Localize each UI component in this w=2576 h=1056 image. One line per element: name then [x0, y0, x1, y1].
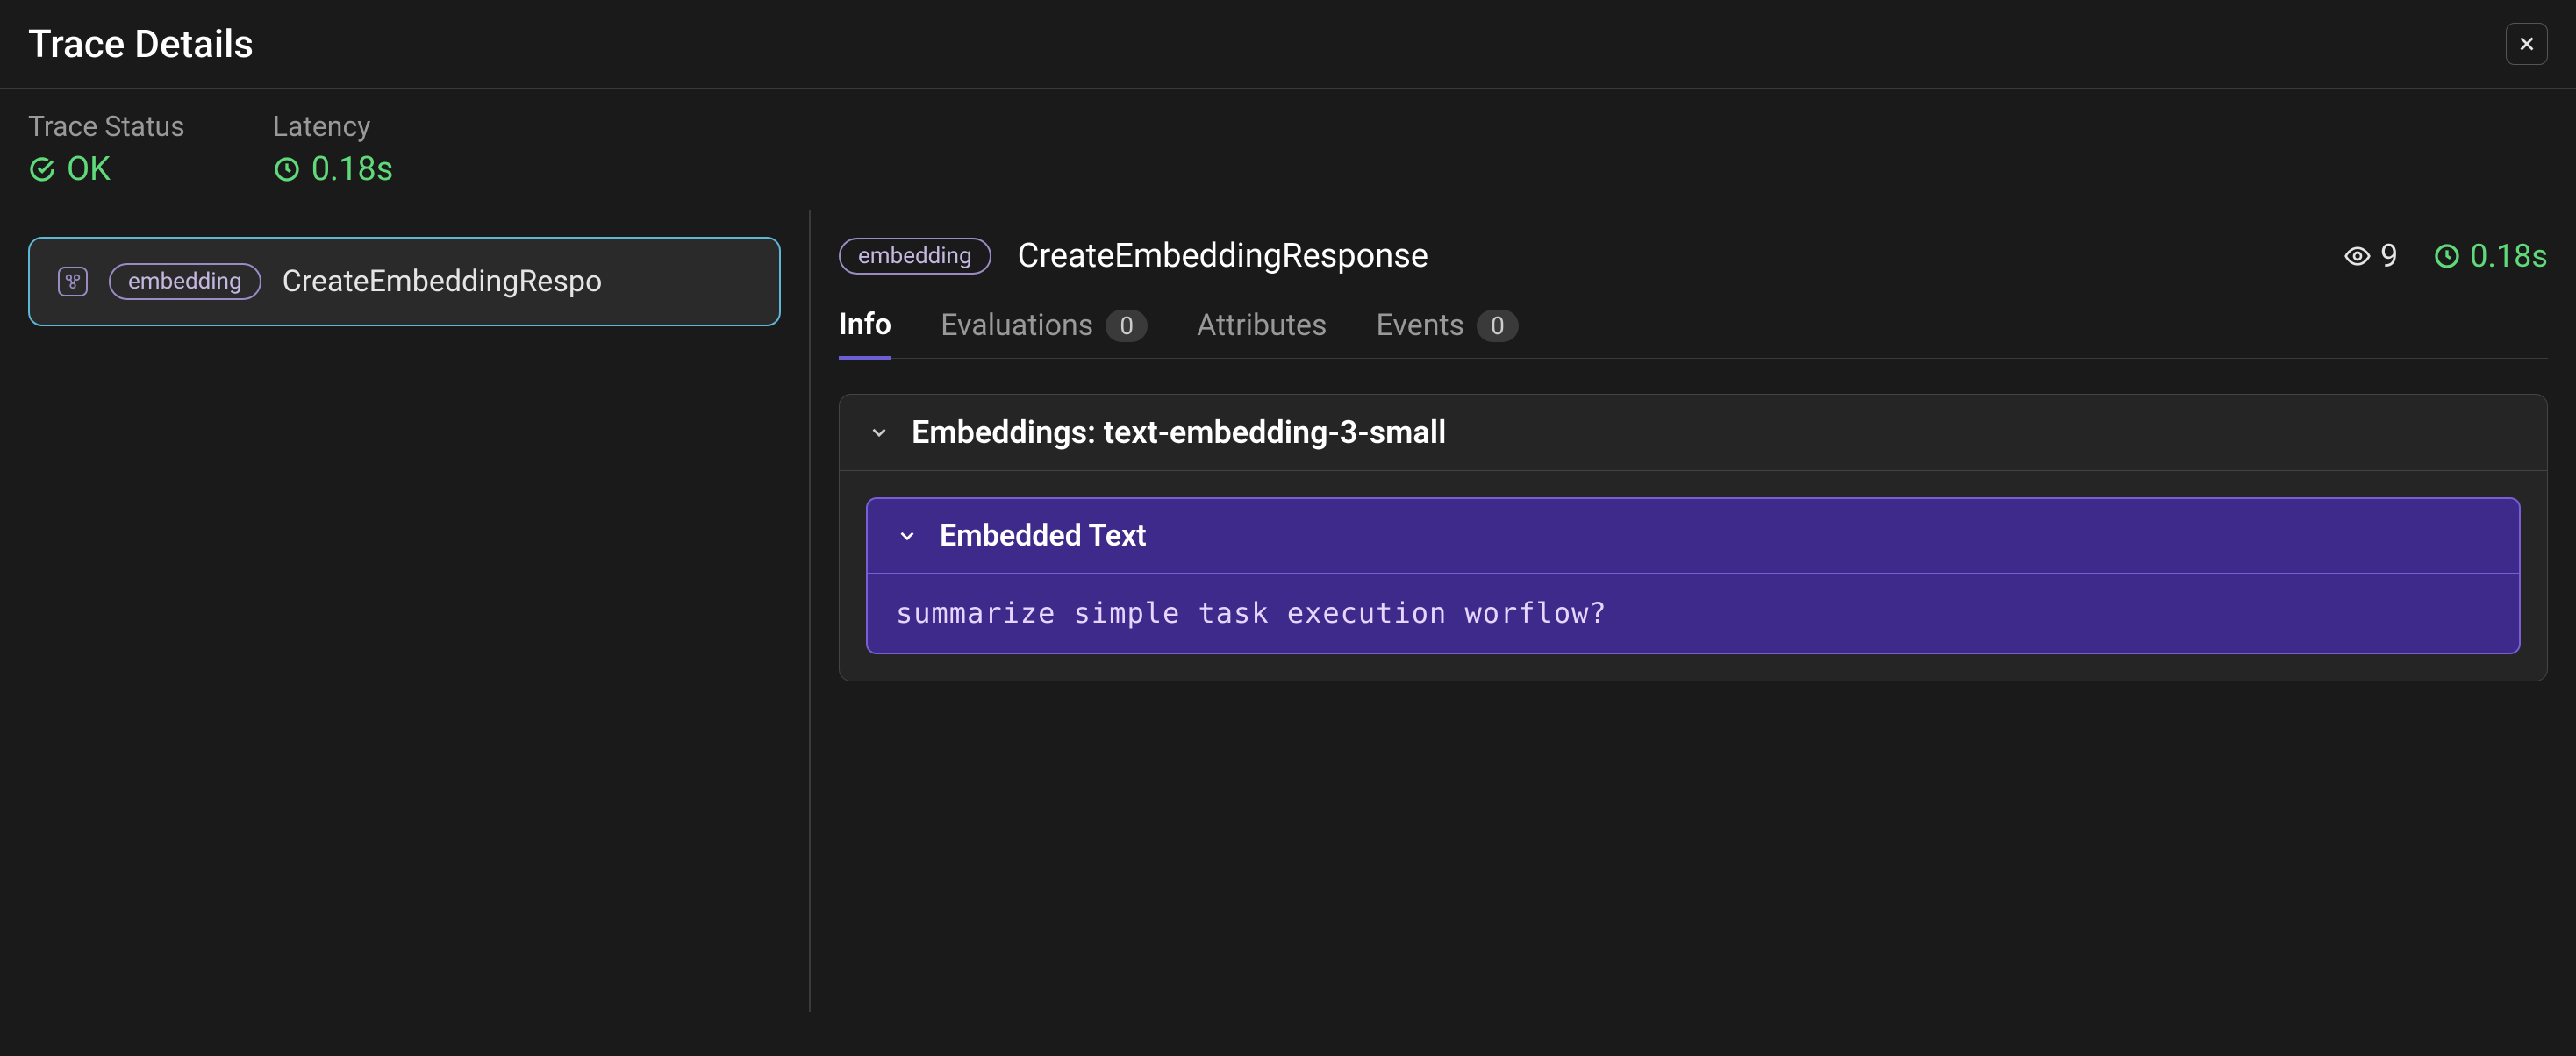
embedded-text-section: Embedded Text summarize simple task exec…	[866, 497, 2521, 654]
detail-header: embedding CreateEmbeddingResponse 9	[839, 237, 2548, 293]
header: Trace Details	[0, 0, 2576, 89]
tab-info[interactable]: Info	[839, 293, 891, 360]
eye-icon	[2343, 242, 2372, 270]
tab-events[interactable]: Events 0	[1377, 293, 1519, 358]
close-icon	[2515, 32, 2538, 55]
detail-tag: embedding	[839, 238, 991, 275]
latency: Latency 0.18s	[273, 110, 394, 189]
embeddings-section: Embeddings: text-embedding-3-small Embed…	[839, 394, 2548, 681]
latency-metric: 0.18s	[2433, 238, 2548, 275]
close-button[interactable]	[2506, 23, 2548, 65]
detail-header-right: 9 0.18s	[2343, 238, 2548, 275]
trace-status: Trace Status OK	[28, 110, 185, 189]
embedded-text-content: summarize simple task execution worflow?	[868, 574, 2519, 653]
tab-attributes[interactable]: Attributes	[1197, 293, 1327, 358]
check-circle-icon	[28, 155, 56, 183]
status-bar: Trace Status OK Latency 0.18s	[0, 89, 2576, 210]
events-count-badge: 0	[1477, 310, 1519, 342]
tabs: Info Evaluations 0 Attributes Events 0	[839, 293, 2548, 359]
detail-header-left: embedding CreateEmbeddingResponse	[839, 237, 1428, 275]
trace-status-label: Trace Status	[28, 110, 185, 143]
embedded-text-header[interactable]: Embedded Text	[868, 499, 2519, 574]
trace-status-value: OK	[28, 150, 185, 189]
page-title: Trace Details	[28, 21, 254, 67]
chevron-down-icon	[896, 524, 919, 547]
latency-label: Latency	[273, 110, 394, 143]
evaluations-count-badge: 0	[1106, 310, 1148, 342]
trace-item-title: CreateEmbeddingRespo	[283, 264, 603, 299]
embedding-icon	[58, 267, 88, 296]
clock-icon	[2433, 242, 2461, 270]
detail-panel: embedding CreateEmbeddingResponse 9	[811, 210, 2576, 1012]
chevron-down-icon	[868, 421, 891, 444]
embeddings-section-title: Embeddings: text-embedding-3-small	[912, 414, 1446, 451]
embedded-text-title: Embedded Text	[940, 518, 1147, 553]
embedding-tag: embedding	[109, 263, 261, 300]
clock-icon	[273, 155, 301, 183]
main-content: embedding CreateEmbeddingRespo embedding…	[0, 210, 2576, 1012]
sidebar: embedding CreateEmbeddingRespo	[0, 210, 811, 1012]
latency-value: 0.18s	[273, 150, 394, 189]
detail-title: CreateEmbeddingResponse	[1018, 237, 1428, 275]
trace-item[interactable]: embedding CreateEmbeddingRespo	[28, 237, 781, 326]
embeddings-section-header[interactable]: Embeddings: text-embedding-3-small	[840, 395, 2547, 471]
tab-evaluations[interactable]: Evaluations 0	[941, 293, 1148, 358]
token-metric: 9	[2343, 238, 2398, 275]
